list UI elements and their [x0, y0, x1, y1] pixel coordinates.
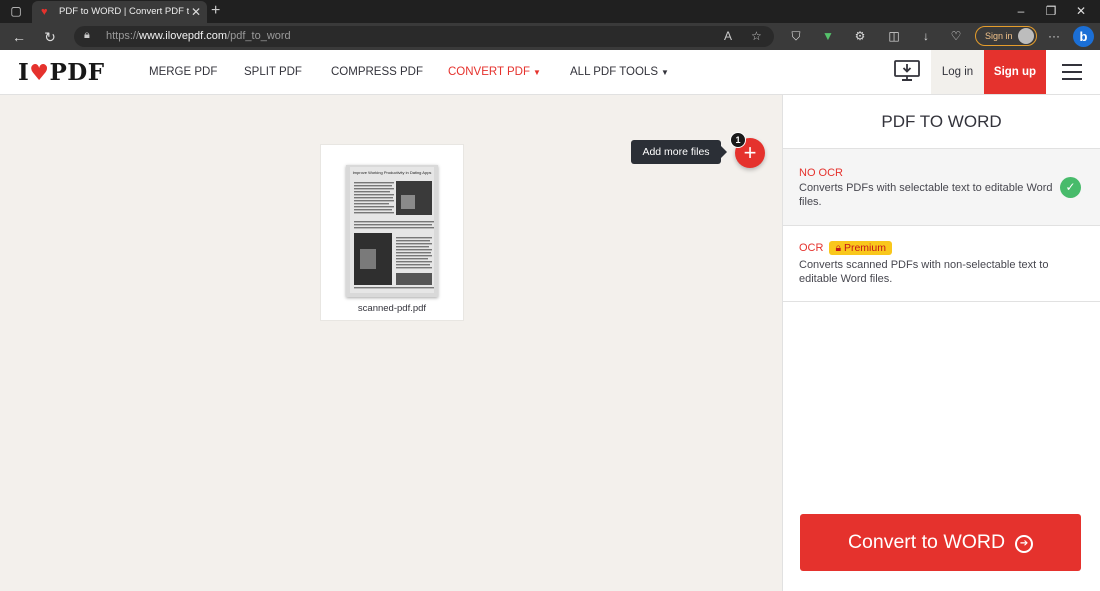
- nav-all-pdf-tools[interactable]: ALL PDF TOOLS ▼: [570, 66, 669, 78]
- downloads-icon[interactable]: ↓: [918, 28, 934, 44]
- favorite-star-icon[interactable]: ☆: [751, 29, 762, 43]
- minimize-icon[interactable]: –: [1012, 2, 1030, 20]
- plus-icon: +: [743, 140, 757, 165]
- login-button[interactable]: Log in: [931, 50, 984, 94]
- check-icon: ✓: [1060, 177, 1081, 198]
- browser-tab-active[interactable]: ♥ PDF to WORD | Convert PDF to W ✕: [32, 1, 207, 23]
- restore-icon[interactable]: ❐: [1042, 2, 1060, 20]
- sidebar-title: PDF TO WORD: [783, 95, 1100, 149]
- hamburger-menu-icon[interactable]: [1062, 64, 1082, 80]
- site-header: I♥PDF MERGE PDF SPLIT PDF COMPRESS PDF C…: [0, 50, 1100, 95]
- avatar: [1018, 28, 1034, 44]
- heart-icon: ♥: [29, 60, 50, 86]
- shield-extension-icon[interactable]: ⛉: [788, 28, 804, 44]
- vpn-extension-icon[interactable]: ▼: [820, 28, 836, 44]
- pdf-thumbnail: Improve Working Productivity in Dating A…: [346, 165, 438, 297]
- arrow-right-circle-icon: ➔: [1015, 535, 1034, 553]
- bing-copilot-icon[interactable]: b: [1073, 26, 1094, 47]
- nav-split-pdf[interactable]: SPLIT PDF: [244, 66, 302, 78]
- browser-toolbar: ← ↻ 🔒︎ https://www.ilovepdf.com/pdf_to_w…: [0, 23, 1100, 50]
- premium-badge: 🔒︎ Premium: [829, 241, 892, 255]
- options-sidebar: PDF TO WORD NO OCR Converts PDFs with se…: [782, 95, 1100, 591]
- file-count-badge: 1: [730, 132, 746, 148]
- option-title: OCR 🔒︎ Premium: [799, 241, 892, 255]
- lock-icon: 🔒︎: [84, 29, 90, 41]
- option-description: Converts PDFs with selectable text to ed…: [799, 182, 1053, 208]
- browser-essentials-icon[interactable]: ♡: [948, 28, 964, 44]
- browser-tab-bar: ▢ ♥ PDF to WORD | Convert PDF to W ✕ + –…: [0, 0, 1100, 23]
- file-card[interactable]: Improve Working Productivity in Dating A…: [320, 144, 464, 321]
- tooltip-arrow: [721, 146, 727, 158]
- signin-label: Sign in: [985, 31, 1013, 41]
- browser-signin-button[interactable]: Sign in: [975, 26, 1037, 46]
- more-options-icon[interactable]: ···: [1046, 28, 1062, 44]
- nav-merge-pdf[interactable]: MERGE PDF: [149, 66, 217, 78]
- extensions-icon[interactable]: ⚙: [852, 28, 868, 44]
- caret-down-icon: ▼: [661, 68, 669, 77]
- close-tab-icon[interactable]: ✕: [191, 4, 201, 20]
- tab-title: PDF to WORD | Convert PDF to W: [59, 6, 189, 17]
- scanned-page-preview: Improve Working Productivity in Dating A…: [346, 165, 438, 297]
- convert-button[interactable]: Convert to WORD ➔: [800, 514, 1081, 571]
- file-name: scanned-pdf.pdf: [357, 303, 427, 314]
- desktop-app-icon[interactable]: [894, 60, 920, 82]
- nav-convert-pdf[interactable]: CONVERT PDF ▼: [448, 66, 541, 78]
- tab-actions-icon[interactable]: ▢: [7, 2, 25, 20]
- ilovepdf-logo[interactable]: I♥PDF: [18, 59, 105, 86]
- nav-compress-pdf[interactable]: COMPRESS PDF: [331, 66, 423, 78]
- address-bar[interactable]: 🔒︎ https://www.ilovepdf.com/pdf_to_word …: [74, 26, 774, 47]
- refresh-icon[interactable]: ↻: [40, 27, 60, 47]
- option-no-ocr[interactable]: NO OCR Converts PDFs with selectable tex…: [783, 149, 1100, 226]
- add-more-files-tooltip: Add more files: [631, 140, 721, 164]
- convert-label: Convert to WORD: [847, 531, 1006, 553]
- split-screen-icon[interactable]: ◫: [886, 28, 902, 44]
- file-workarea: Improve Working Productivity in Dating A…: [0, 95, 782, 591]
- thumb-heading: Improve Working Productivity in Dating A…: [353, 170, 432, 175]
- url-text: https://www.ilovepdf.com/pdf_to_word: [106, 30, 291, 42]
- ilovepdf-favicon-icon: ♥: [41, 6, 48, 18]
- option-ocr[interactable]: OCR 🔒︎ Premium Converts scanned PDFs with…: [783, 226, 1100, 302]
- signup-button[interactable]: Sign up: [984, 50, 1046, 94]
- option-description: Converts scanned PDFs with non-selectabl…: [799, 259, 1049, 285]
- back-icon[interactable]: ←: [9, 27, 29, 47]
- close-window-icon[interactable]: ✕: [1072, 2, 1090, 20]
- read-aloud-icon[interactable]: A: [724, 29, 732, 43]
- caret-down-icon: ▼: [533, 68, 541, 77]
- new-tab-icon[interactable]: +: [211, 1, 220, 21]
- option-title: NO OCR: [799, 167, 843, 179]
- lock-icon: 🔒︎: [835, 242, 844, 254]
